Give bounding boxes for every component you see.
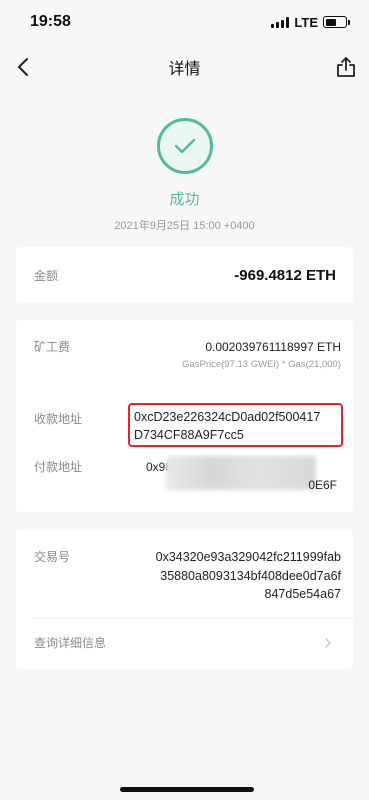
redacted-region [166,456,316,490]
tx-hash-line2[interactable]: 35880a8093134bf408dee0d7a6f [126,567,341,586]
fee-value: 0.002039761118997 ETH [205,340,341,354]
tx-hash-line3[interactable]: 847d5e54a67 [126,585,341,604]
query-details-label: 查询详细信息 [34,636,107,650]
success-icon [156,118,213,174]
tx-hash-label: 交易号 [34,550,71,564]
nav-bar: 详情 [0,44,369,90]
to-address-line2[interactable]: D734CF88A9F7cc5 [134,426,341,444]
details-card: 矿工费 0.002039761118997 ETH GasPrice(97.13… [16,320,353,512]
check-icon [174,138,195,154]
share-icon [337,57,355,77]
query-details-button[interactable]: 查询详细信息 [34,634,333,651]
back-button[interactable] [10,54,36,80]
fee-label: 矿工费 [34,340,71,354]
status-time: 19:58 [30,13,71,30]
share-button[interactable] [333,53,359,81]
to-address-highlight: 0xcD23e226324cD0ad02f500417 D734CF88A9F7… [128,403,343,447]
transaction-date: 2021年9月25日 15:00 +0400 [114,220,255,232]
status-section: 成功 2021年9月25日 15:00 +0400 [0,118,369,233]
from-address-label: 付款地址 [34,460,83,474]
to-address-label: 收款地址 [34,412,83,426]
fee-detail: GasPrice(97.13 GWEI) * Gas(21,000) [182,359,341,370]
divider [34,618,353,619]
page-title: 详情 [168,61,201,78]
status-indicators: LTE [271,14,350,30]
chevron-right-icon [325,637,331,648]
signal-icon [271,16,290,28]
status-text: 成功 [169,191,200,208]
battery-icon [323,16,350,28]
chevron-left-icon [18,58,28,76]
tx-hash-line1[interactable]: 0x34320e93a329042fc211999fab [126,548,341,567]
network-type: LTE [294,14,318,30]
amount-value: -969.4812 ETH [234,266,336,284]
transaction-card: 交易号 0x34320e93a329042fc211999fab 35880a8… [16,530,353,669]
home-indicator [120,787,254,792]
from-address-suffix[interactable]: 0E6F [308,476,337,494]
amount-label: 金额 [34,268,59,283]
amount-card: 金额 -969.4812 ETH [16,247,353,303]
to-address-line1[interactable]: 0xcD23e226324cD0ad02f500417 [134,408,341,426]
status-bar: 19:58 LTE [0,0,369,44]
